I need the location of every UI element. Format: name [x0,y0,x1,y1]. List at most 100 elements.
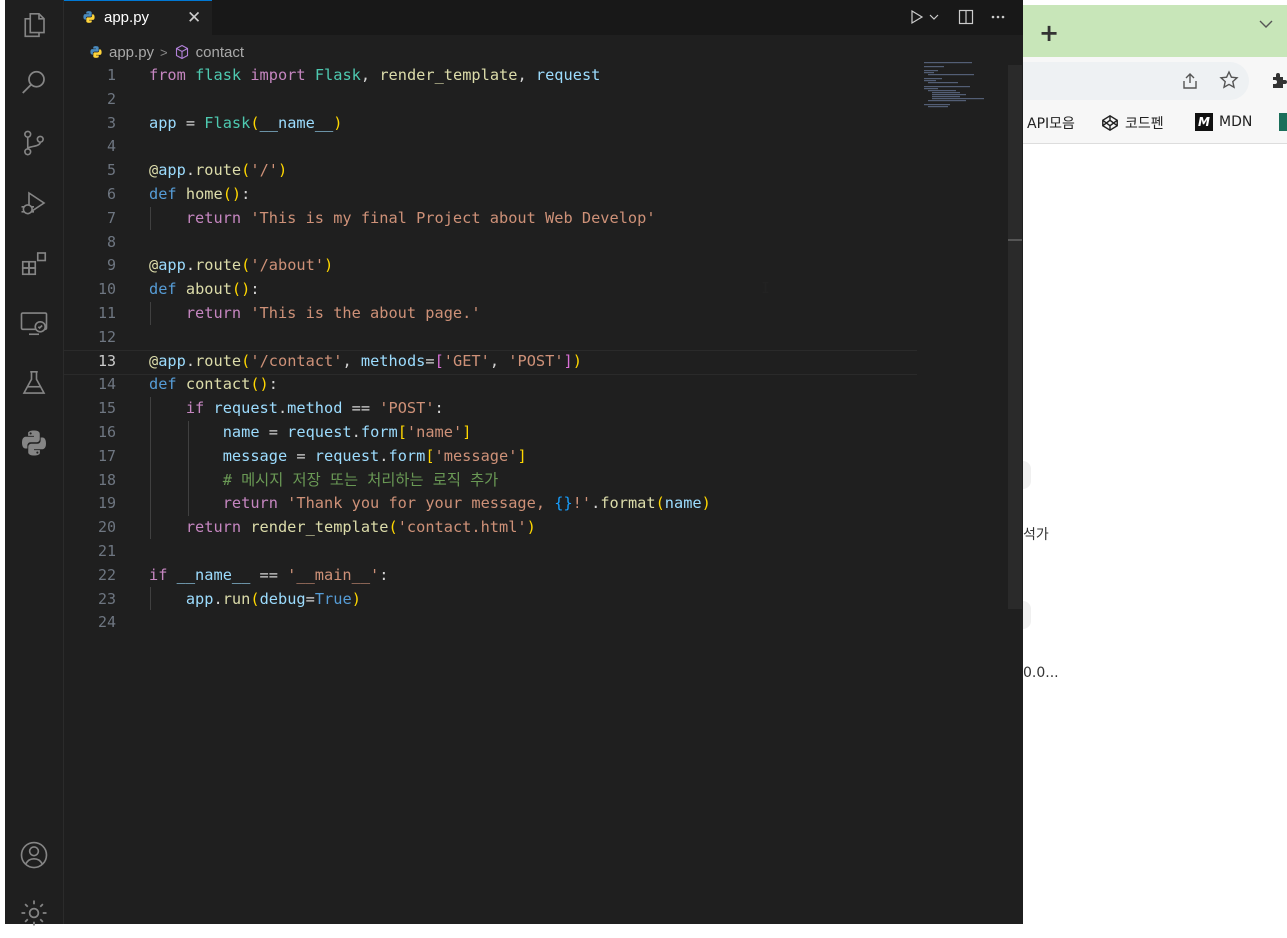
activity-bar [5,0,64,926]
remote-explorer-icon[interactable] [5,298,63,348]
extensions-icon[interactable] [5,238,63,288]
code-text: message = request.form['message'] [222,446,527,465]
code-line: 18 # 메시지 저장 또는 처리하는 로직 추가 [64,469,917,493]
line-number: 1 [106,66,116,84]
breadcrumb-separator-icon: > [160,44,168,60]
code-text: if __name__ == '__main__': [149,565,389,584]
testing-icon[interactable] [5,358,63,408]
breadcrumb-symbol[interactable]: contact [196,44,244,61]
code-line: 12 [64,326,917,350]
line-number: 23 [97,589,116,608]
chevron-down-icon[interactable] [1259,17,1273,33]
more-actions-icon[interactable] [987,6,1009,28]
line-number: 16 [97,423,116,441]
code-text: name = request.form['name'] [222,423,472,441]
bookmark-api[interactable]: API모음 [1027,113,1075,133]
bookmark-label: 코드펜 [1125,116,1164,132]
code-text: return 'Thank you for your message, {}!'… [222,494,711,513]
code-line: 21 [64,540,917,564]
settings-gear-icon[interactable] [5,888,63,938]
account-icon[interactable] [5,830,63,880]
code-text: if request.method == 'POST': [185,399,444,418]
code-text: from flask import Flask, render_template… [149,66,601,84]
code-line: 14 def contact(): [64,373,917,397]
code-line: 24 [64,611,917,635]
close-icon[interactable]: ✕ [187,8,201,28]
browser-window: + API모음 코드펜 M MDN 석가 0.0... [1023,0,1287,924]
vertical-scrollbar[interactable] [1008,65,1022,609]
share-icon[interactable] [1180,71,1200,95]
line-number: 18 [97,470,116,489]
code-line: 23 app.run(debug=True) [64,588,917,612]
tab-app-py[interactable]: app.py ✕ [64,0,212,35]
bookmark-star-icon[interactable] [1219,70,1239,94]
code-text: @app.route('/') [149,161,288,180]
code-line-active: 13 @app.route('/contact', methods=['GET',… [64,349,917,376]
code-line: 5 @app.route('/') [64,159,917,183]
code-line: 9 @app.route('/about') [64,254,917,278]
symbol-method-icon [175,44,188,60]
address-bar[interactable] [1023,62,1249,100]
code-line: 15 if request.method == 'POST': [64,397,917,421]
breadcrumb: app.py > contact [89,42,244,62]
minimap[interactable] [922,60,992,120]
line-number: 7 [106,208,116,227]
editor-area: app.py ✕ app.py > contact 1 from flask i… [64,0,1023,924]
editor-actions [905,6,1009,28]
code-line: 4 [64,135,917,159]
page-text-fragment: 0.0... [1023,665,1059,681]
line-number: 13 [97,351,116,370]
code-line: 7 return 'This is my final Project about… [64,207,917,231]
source-control-icon[interactable] [5,118,63,168]
code-text: @app.route('/contact', methods=['GET', '… [149,351,582,370]
page-text-fragment: 석가 [1023,527,1049,543]
line-number: 6 [106,185,116,203]
code-line: 19 return 'Thank you for your message, {… [64,492,917,516]
split-editor-icon[interactable] [955,6,977,28]
code-text: app = Flask(__name__) [149,113,343,132]
code-line: 11 return 'This is the about page.' [64,302,917,326]
code-text: app.run(debug=True) [185,589,361,608]
bookmark-mdn[interactable]: M MDN [1195,113,1252,131]
python-file-icon [83,11,95,23]
run-debug-icon[interactable] [5,178,63,228]
python-file-icon [90,46,102,58]
line-number: 2 [106,89,116,108]
mdn-icon: M [1195,113,1213,131]
line-number: 24 [97,613,116,632]
bookmark-label: API모음 [1027,116,1075,132]
search-icon[interactable] [5,58,63,108]
browser-tab-strip: + [1023,5,1287,57]
code-line: 3 app = Flask(__name__) [64,112,917,136]
code-line: 20 return render_template('contact.html'… [64,516,917,540]
chevron-down-icon[interactable] [929,6,939,28]
code-text: def contact(): [149,375,278,394]
explorer-icon[interactable] [5,0,63,50]
line-number: 19 [97,494,116,513]
new-tab-button[interactable]: + [1039,19,1059,47]
tab-label: app.py [104,9,150,26]
page-shape [1023,461,1031,489]
bookmark-overflow-icon[interactable] [1279,113,1287,131]
run-python-file-icon[interactable] [905,6,927,28]
bookmark-label: MDN [1219,114,1253,130]
line-number: 15 [97,399,116,418]
bookmarks-bar: API모음 코드펜 M MDN [1023,105,1287,144]
breadcrumb-file[interactable]: app.py [109,44,154,61]
code-line: 16 name = request.form['name'] [64,421,917,445]
code-line: 22 if __name__ == '__main__': [64,564,917,588]
line-number: 20 [97,518,116,537]
code-text: return 'This is the about page.' [185,304,481,322]
line-number: 9 [106,256,116,275]
code-line: 17 message = request.form['message'] [64,445,917,469]
line-number: 17 [97,446,116,465]
line-number: 5 [106,161,116,180]
python-icon[interactable] [5,418,63,468]
line-number: 11 [97,304,116,322]
browser-toolbar [1023,57,1287,105]
extensions-puzzle-icon[interactable] [1269,71,1287,95]
code-text: # 메시지 저장 또는 처리하는 로직 추가 [222,470,499,489]
code-text: def about(): [149,280,260,299]
line-number: 22 [97,565,116,584]
bookmark-codepen[interactable]: 코드펜 [1101,113,1164,133]
